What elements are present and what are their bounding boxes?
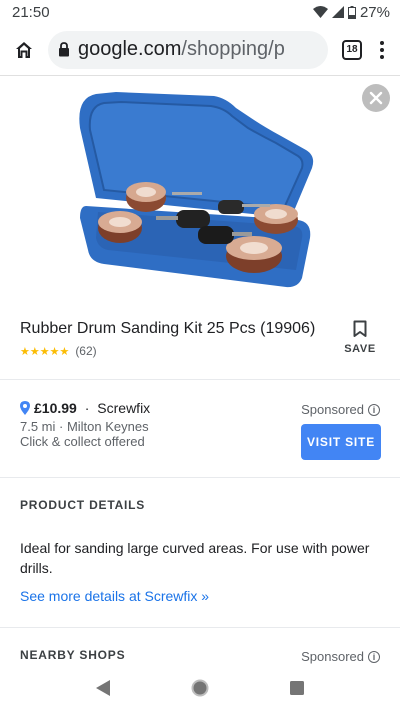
battery-percent: 27% bbox=[359, 3, 390, 21]
offer-separator: · bbox=[80, 400, 94, 416]
system-nav-bar bbox=[0, 664, 400, 712]
rating-row[interactable]: ★★★★★ (62) bbox=[20, 344, 380, 358]
address-bar[interactable]: google.com/shopping/p bbox=[48, 30, 328, 69]
review-count: (62) bbox=[75, 344, 97, 358]
offer-card: £10.99 · Screwfix 7.5 mi · Milton Keynes… bbox=[0, 380, 400, 478]
product-details-section: PRODUCT DETAILS Ideal for sanding large … bbox=[0, 478, 400, 628]
recents-button[interactable] bbox=[277, 668, 317, 708]
product-image-area bbox=[0, 76, 400, 308]
save-button[interactable]: SAVE bbox=[342, 320, 378, 355]
status-bar: 21:50 27% bbox=[0, 0, 400, 24]
url-domain: google.com bbox=[78, 38, 182, 60]
browser-toolbar: google.com/shopping/p 18 bbox=[0, 24, 400, 76]
product-description: Ideal for sanding large curved areas. Fo… bbox=[20, 540, 370, 576]
product-header: Rubber Drum Sanding Kit 25 Pcs (19906) ★… bbox=[0, 308, 400, 380]
product-details-heading: PRODUCT DETAILS bbox=[20, 498, 146, 512]
tab-count: 18 bbox=[346, 44, 358, 55]
home-icon bbox=[16, 41, 32, 58]
status-icons: 27% bbox=[312, 3, 390, 21]
back-button[interactable] bbox=[83, 668, 123, 708]
visit-site-button[interactable]: VISIT SITE bbox=[301, 424, 381, 460]
overflow-menu-icon[interactable] bbox=[372, 36, 392, 64]
battery-icon bbox=[347, 5, 356, 19]
sponsored-text: Sponsored bbox=[301, 402, 364, 417]
back-icon bbox=[96, 680, 111, 696]
offer-price: £10.99 bbox=[34, 400, 77, 416]
info-icon: i bbox=[368, 650, 380, 663]
close-button[interactable] bbox=[362, 84, 390, 112]
seller-name: Screwfix bbox=[97, 400, 151, 416]
home-button[interactable] bbox=[10, 36, 38, 64]
status-time: 21:50 bbox=[12, 3, 50, 21]
recents-icon bbox=[289, 681, 304, 695]
url-text: google.com/shopping/p bbox=[78, 38, 285, 61]
tab-switcher-button[interactable]: 18 bbox=[342, 39, 362, 60]
bookmark-icon bbox=[353, 320, 367, 337]
sponsored-label[interactable]: Sponsored i bbox=[301, 402, 380, 417]
nearby-sponsored-text: Sponsored bbox=[301, 649, 364, 664]
location-pin-icon bbox=[20, 401, 30, 415]
home-nav-button[interactable] bbox=[180, 668, 220, 708]
close-icon bbox=[369, 91, 383, 105]
url-path: /shopping/p bbox=[181, 38, 285, 60]
home-nav-icon bbox=[191, 679, 209, 697]
wifi-icon bbox=[312, 6, 328, 18]
nearby-sponsored-label[interactable]: Sponsored i bbox=[301, 649, 380, 664]
see-more-details-link[interactable]: See more details at Screwfix » bbox=[20, 588, 209, 604]
product-title: Rubber Drum Sanding Kit 25 Pcs (19906) bbox=[20, 320, 316, 337]
lock-icon bbox=[59, 42, 69, 57]
save-label: SAVE bbox=[344, 343, 376, 355]
signal-icon bbox=[331, 6, 344, 18]
nearby-shops-section: NEARBY SHOPS Sponsored i bbox=[0, 628, 400, 668]
info-icon: i bbox=[368, 403, 380, 416]
star-rating: ★★★★★ bbox=[20, 345, 70, 358]
product-image bbox=[79, 92, 314, 288]
